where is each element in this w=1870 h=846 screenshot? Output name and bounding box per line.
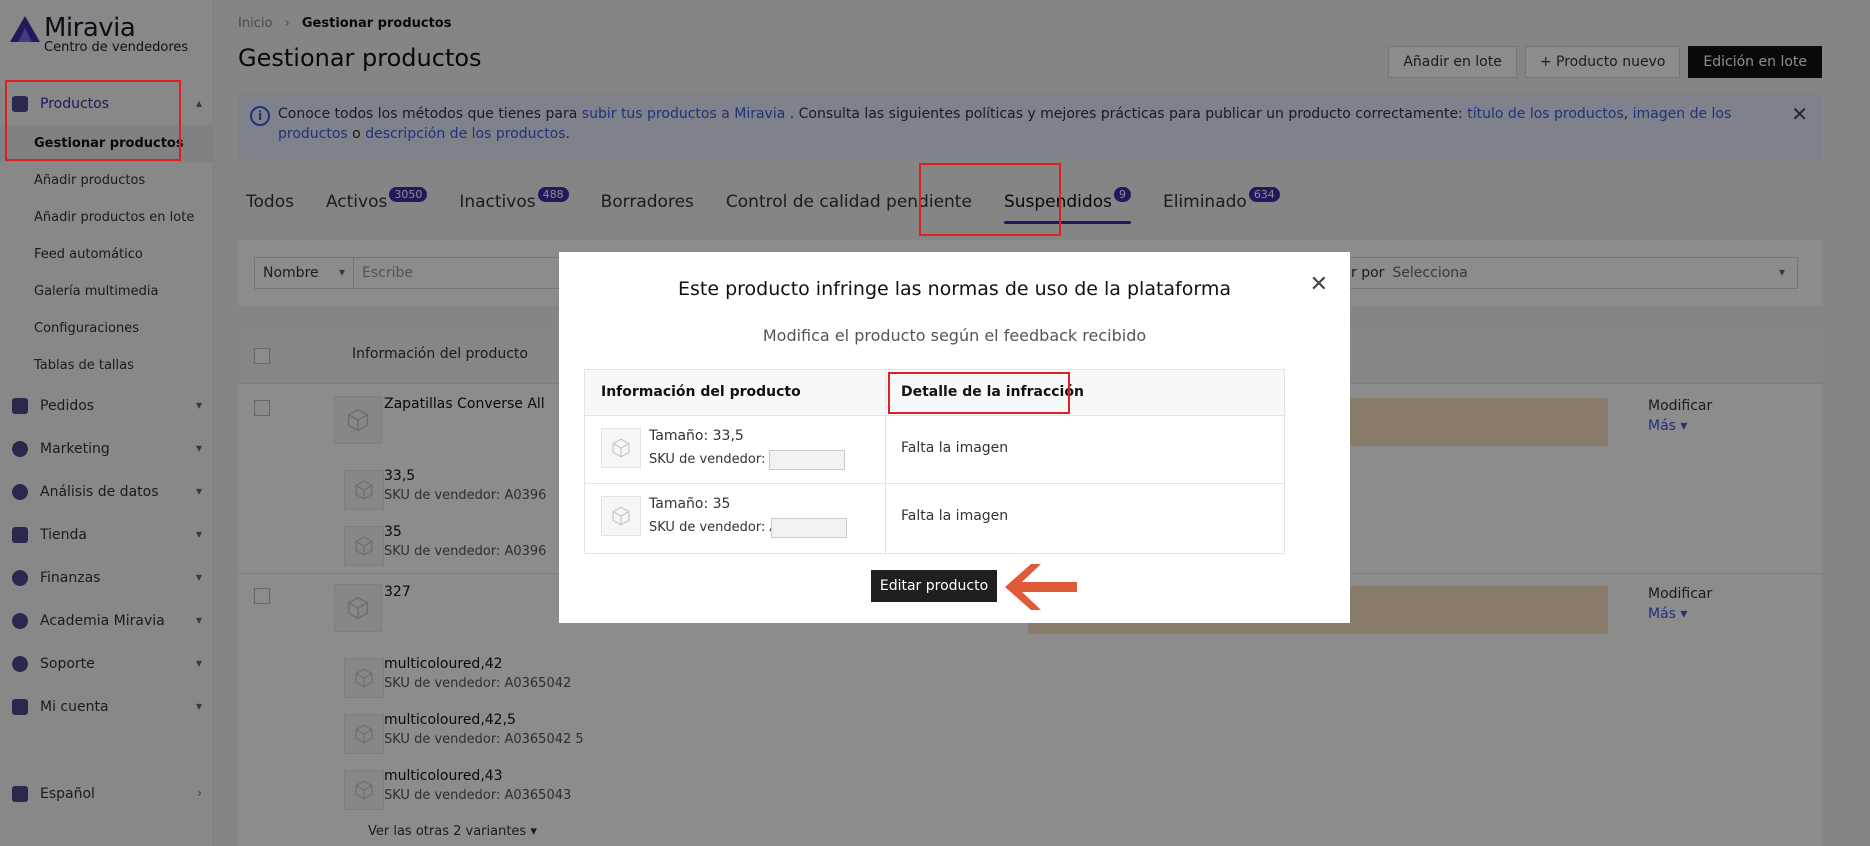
highlight-detail-header [888,372,1070,414]
variant-sku: SKU de vendedor: A( [649,520,784,535]
arrow-left-icon [1005,564,1077,610]
sku-redacted [771,518,847,538]
highlight-products-menu [5,80,181,161]
infringement-modal: Este producto infringe las normas de uso… [559,252,1350,623]
sku-redacted [769,450,845,470]
variant-sku: SKU de vendedor: A [649,452,779,467]
infringement-detail: Falta la imagen [901,508,1009,524]
variant-size: Tamaño: 33,5 [649,428,744,444]
modal-title: Este producto infringe las normas de uso… [677,278,1231,300]
variant-thumbnail [601,496,641,536]
edit-product-button[interactable]: Editar producto [871,570,997,602]
table-row: Tamaño: 35 SKU de vendedor: A( Falta la … [585,484,1284,552]
package-icon [612,438,630,458]
table-row: Tamaño: 33,5 SKU de vendedor: A Falta la… [585,416,1284,484]
package-icon [612,506,630,526]
infringement-table: Información del producto Detalle de la i… [584,369,1285,555]
column-header-info: Información del producto [601,384,801,400]
modal-subtitle: Modifica el producto según el feedback r… [762,326,1147,345]
app-root: Miravia Centro de vendedores Productos ▴… [0,0,1870,846]
variant-thumbnail [601,428,641,468]
variant-size: Tamaño: 35 [649,496,731,512]
infringement-table-header: Información del producto Detalle de la i… [585,370,1284,416]
close-icon[interactable]: ✕ [1310,272,1328,297]
infringement-detail: Falta la imagen [901,440,1009,456]
highlight-suspendidos-tab [919,163,1061,236]
